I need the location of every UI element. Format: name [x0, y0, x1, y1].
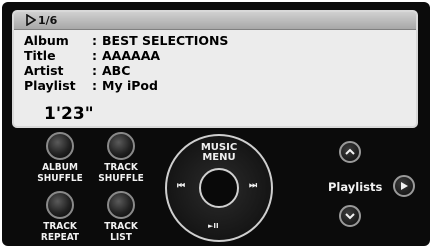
track-shuffle-line1: TRACK	[104, 162, 138, 173]
previous-track-icon[interactable]: ⏮	[177, 181, 185, 191]
playlist-next-button[interactable]	[393, 175, 415, 197]
album-shuffle-button[interactable]	[46, 132, 74, 160]
title-value: AAAAAA	[102, 48, 161, 63]
playlist-up-button[interactable]	[339, 141, 361, 163]
next-track-icon[interactable]: ⏭	[249, 181, 257, 191]
now-playing-display: 1/6 Album : BEST SELECTIONS Title : AAAA…	[12, 10, 418, 128]
music-menu-line2: MENU	[202, 152, 236, 163]
title-label: Title	[24, 48, 56, 63]
playlists-label: Playlists	[328, 180, 383, 194]
music-menu-wheel[interactable]: MUSIC MENU ⏮ ⏭ ►II	[165, 134, 273, 242]
playlist-label: Playlist	[24, 78, 76, 93]
playlist-down-button[interactable]	[339, 205, 361, 227]
artist-label: Artist	[24, 63, 64, 78]
album-label: Album	[24, 33, 69, 48]
elapsed-time: 1'23"	[44, 104, 94, 124]
track-repeat-line2: REPEAT	[40, 232, 80, 243]
album-value: BEST SELECTIONS	[102, 33, 229, 48]
track-list-line2: LIST	[110, 232, 132, 243]
track-shuffle-button[interactable]	[107, 132, 135, 160]
play-pause-icon[interactable]: ►II	[208, 222, 219, 230]
colon: :	[92, 78, 97, 93]
track-list-line1: TRACK	[104, 221, 138, 232]
track-repeat-line1: TRACK	[43, 221, 77, 232]
right-arrow-icon	[401, 182, 408, 190]
track-list-label: TRACK LIST	[86, 221, 156, 243]
track-shuffle-line2: SHUFFLE	[98, 173, 144, 184]
album-shuffle-label: ALBUM SHUFFLE	[25, 162, 95, 184]
control-panel: 1/6 Album : BEST SELECTIONS Title : AAAA…	[2, 2, 430, 246]
colon: :	[92, 48, 97, 63]
artist-value: ABC	[102, 63, 131, 78]
play-triangle-icon	[26, 14, 36, 26]
album-shuffle-line2: SHUFFLE	[37, 173, 83, 184]
playlist-value: My iPod	[102, 78, 158, 93]
track-counter: 1/6	[38, 14, 58, 27]
track-shuffle-label: TRACK SHUFFLE	[86, 162, 156, 184]
music-menu-label: MUSIC MENU	[167, 143, 271, 163]
audio-screen: 1/6 Album : BEST SELECTIONS Title : AAAA…	[0, 0, 432, 248]
album-shuffle-line1: ALBUM	[42, 162, 78, 173]
track-repeat-button[interactable]	[46, 191, 74, 219]
colon: :	[92, 63, 97, 78]
track-repeat-label: TRACK REPEAT	[25, 221, 95, 243]
display-header: 1/6	[14, 12, 416, 30]
colon: :	[92, 33, 97, 48]
track-list-button[interactable]	[107, 191, 135, 219]
up-arrow-icon	[345, 148, 355, 155]
down-arrow-icon	[345, 213, 355, 220]
wheel-center-button[interactable]	[199, 168, 239, 208]
